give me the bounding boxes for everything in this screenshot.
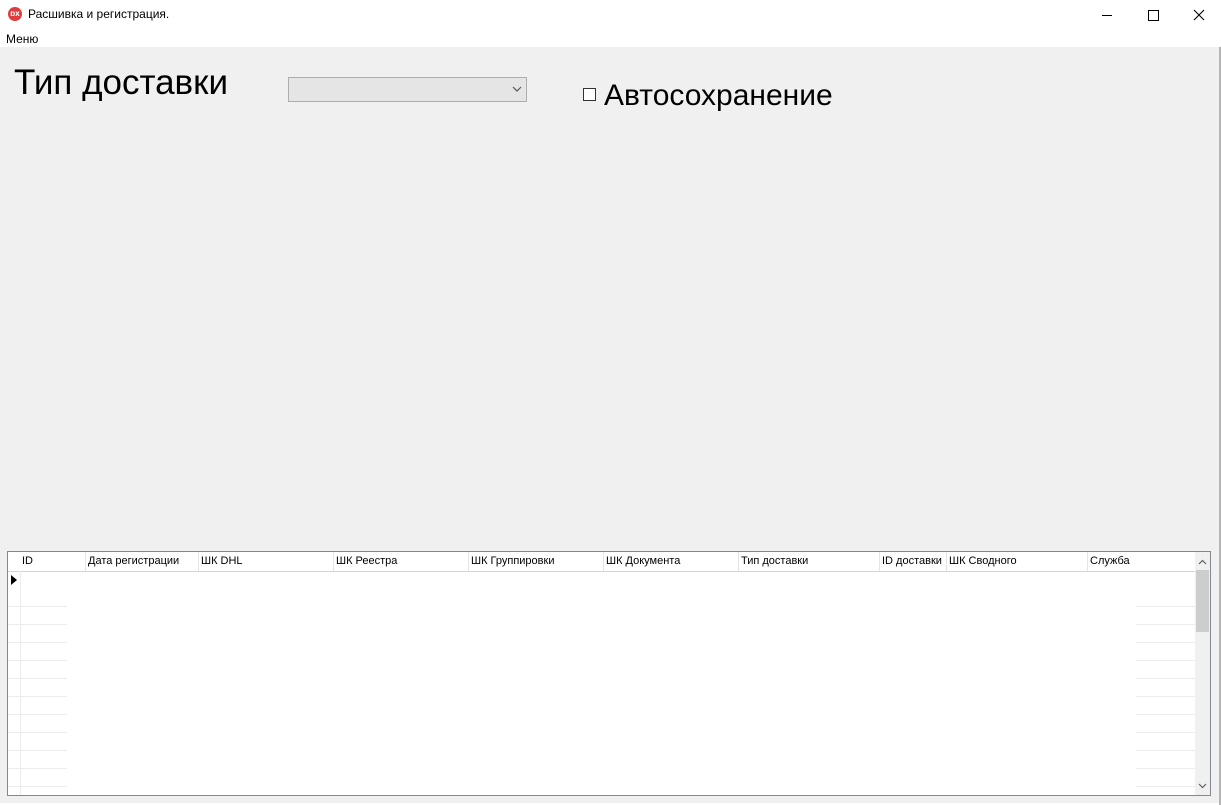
column-header-service[interactable]: Служба xyxy=(1088,552,1195,571)
window-title: Расшивка и регистрация. xyxy=(28,7,170,21)
current-row-indicator-icon xyxy=(11,575,17,585)
chevron-down-icon xyxy=(1198,783,1207,788)
close-icon xyxy=(1193,9,1205,21)
column-header-delivery-type[interactable]: Тип доставки xyxy=(739,552,880,571)
form-client-area: Тип доставки Автосохранение ID Дата реги… xyxy=(0,47,1219,803)
delivery-type-label: Тип доставки xyxy=(14,63,229,102)
minimize-button[interactable] xyxy=(1084,0,1130,30)
grid-empty-rows-left xyxy=(8,589,67,795)
column-header-id[interactable]: ID xyxy=(20,552,86,571)
title-bar: DX Расшивка и регистрация. xyxy=(0,0,1221,30)
registrations-grid[interactable]: ID Дата регистрации ШК DHL ШК Реестра ШК… xyxy=(7,551,1211,796)
maximize-button[interactable] xyxy=(1130,0,1176,30)
column-header-dhl-barcode[interactable]: ШК DHL xyxy=(199,552,334,571)
menu-item-main[interactable]: Меню xyxy=(6,32,38,46)
grid-header: ID Дата регистрации ШК DHL ШК Реестра ШК… xyxy=(8,552,1195,572)
scroll-up-button[interactable] xyxy=(1195,554,1210,569)
menu-bar: Меню xyxy=(0,30,1221,47)
minimize-icon xyxy=(1102,14,1112,16)
grid-vertical-scrollbar[interactable] xyxy=(1195,552,1210,795)
maximize-icon xyxy=(1147,9,1159,21)
app-logo-icon: DX xyxy=(8,7,22,21)
column-header-document-barcode[interactable]: ШК Документа xyxy=(604,552,739,571)
column-header-registration-date[interactable]: Дата регистрации xyxy=(86,552,199,571)
delivery-type-combobox[interactable] xyxy=(288,77,527,102)
checkbox-box[interactable] xyxy=(583,88,596,101)
column-header-summary-barcode[interactable]: ШК Сводного xyxy=(947,552,1088,571)
close-button[interactable] xyxy=(1176,0,1221,30)
grid-empty-rows-right xyxy=(1136,589,1195,795)
scroll-thumb[interactable] xyxy=(1196,570,1209,632)
column-header-grouping-barcode[interactable]: ШК Группировки xyxy=(469,552,604,571)
chevron-down-icon xyxy=(512,86,522,92)
autosave-label: Автосохранение xyxy=(604,79,833,112)
scroll-down-button[interactable] xyxy=(1195,778,1210,793)
chevron-up-icon xyxy=(1198,559,1207,564)
column-header-registry-barcode[interactable]: ШК Реестра xyxy=(334,552,469,571)
column-header-delivery-id[interactable]: ID доставки xyxy=(880,552,947,571)
